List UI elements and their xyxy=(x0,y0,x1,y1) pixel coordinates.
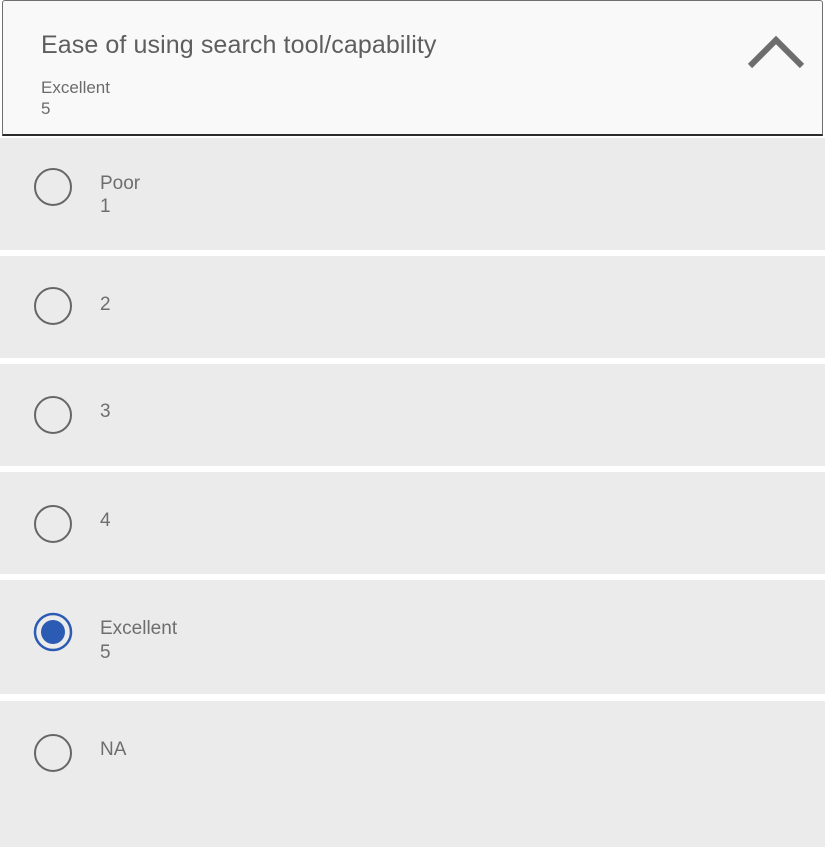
question-title: Ease of using search tool/capability xyxy=(41,31,437,59)
survey-question-panel: Ease of using search tool/capability Exc… xyxy=(0,0,825,853)
option-value: 2 xyxy=(100,294,111,315)
option-3[interactable]: 3 xyxy=(0,364,825,466)
radio-unselected-icon[interactable] xyxy=(33,504,73,544)
option-2[interactable]: 2 xyxy=(0,256,825,358)
option-excellent-5[interactable]: Excellent 5 xyxy=(0,580,825,694)
option-4[interactable]: 4 xyxy=(0,472,825,574)
radio-unselected-icon[interactable] xyxy=(33,286,73,326)
question-header[interactable]: Ease of using search tool/capability Exc… xyxy=(2,0,823,136)
chevron-up-icon[interactable] xyxy=(745,31,807,75)
selected-answer-label: Excellent xyxy=(41,78,110,97)
option-value: 5 xyxy=(100,642,111,663)
option-poor-1[interactable]: Poor 1 xyxy=(0,138,825,250)
selected-answer-value: 5 xyxy=(41,99,51,118)
option-value: 1 xyxy=(100,196,111,217)
radio-unselected-icon[interactable] xyxy=(33,733,73,773)
option-value: 3 xyxy=(100,401,111,422)
option-na[interactable]: NA xyxy=(0,701,825,847)
option-value: 4 xyxy=(100,510,111,531)
radio-unselected-icon[interactable] xyxy=(33,167,73,207)
option-label: Poor xyxy=(100,173,141,194)
radio-selected-icon[interactable] xyxy=(33,612,73,652)
option-label: Excellent xyxy=(100,618,178,639)
radio-unselected-icon[interactable] xyxy=(33,395,73,435)
option-value: NA xyxy=(100,739,127,760)
